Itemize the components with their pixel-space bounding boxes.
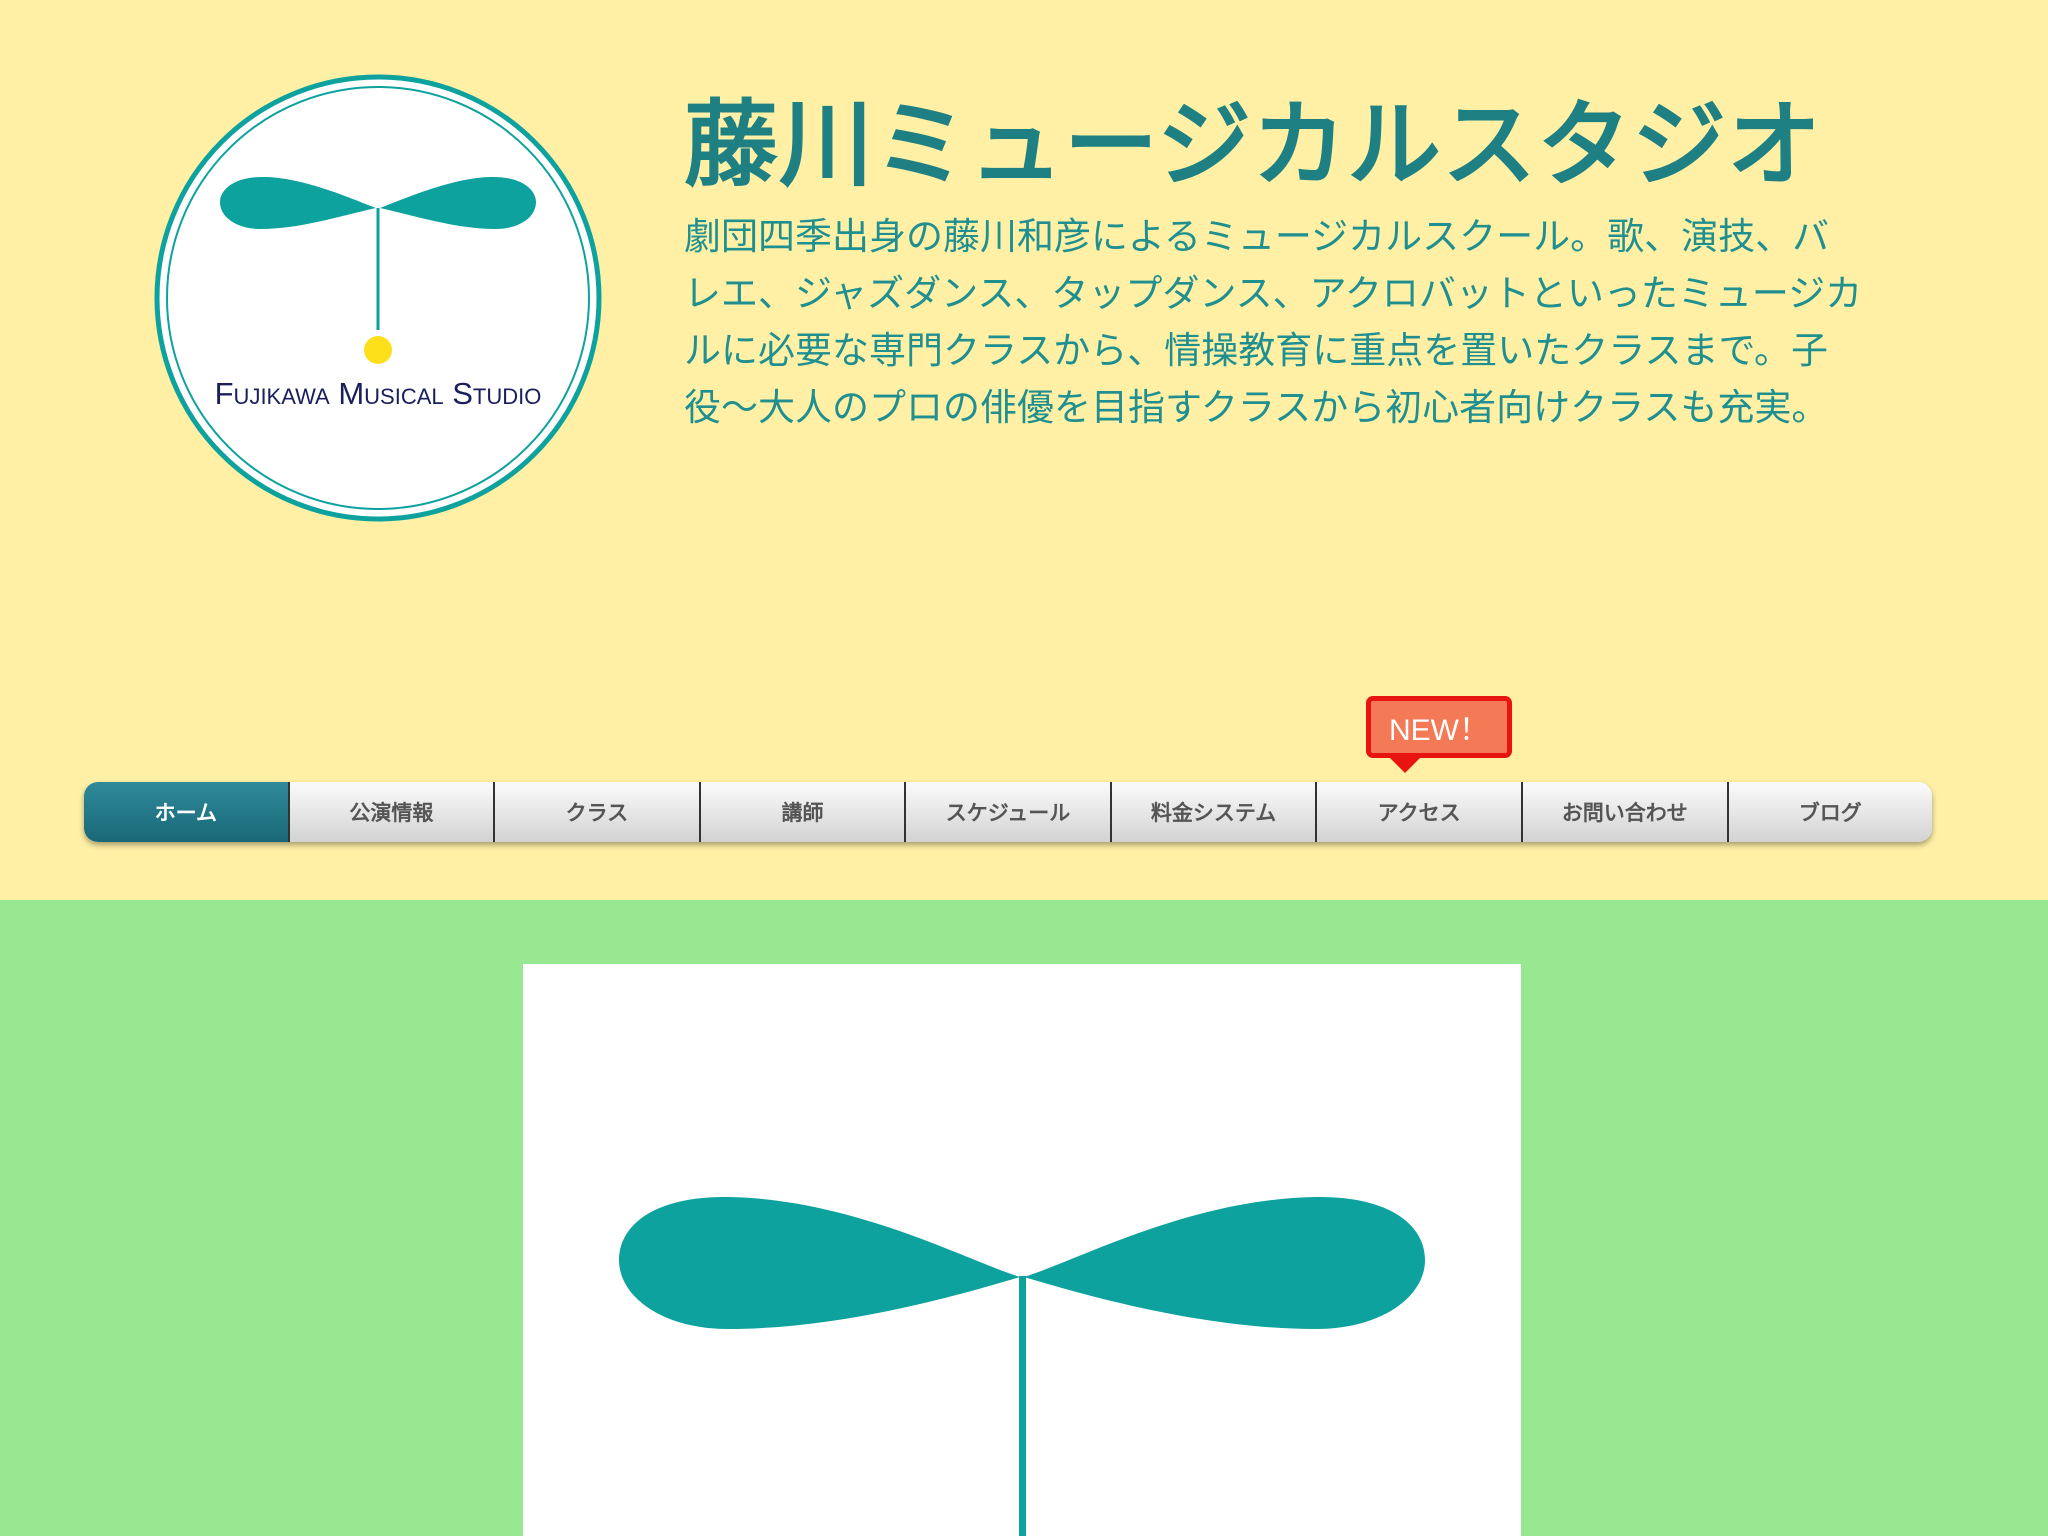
header: Fujikawa Musical Studio 藤川ミュージカルスタジオ 劇団四… <box>0 0 2048 900</box>
nav-item-classes[interactable]: クラス <box>493 782 699 842</box>
nav-item-blog[interactable]: ブログ <box>1726 782 1933 842</box>
main-nav: ホーム 公演情報 クラス 講師 スケジュール 料金システム アクセス お問い合わ… <box>84 782 1933 842</box>
logo-wordmark: Fujikawa Musical Studio <box>215 376 542 411</box>
nav-item-performances[interactable]: 公演情報 <box>287 782 494 842</box>
nav-item-pricing[interactable]: 料金システム <box>1109 782 1316 842</box>
nav-item-access[interactable]: アクセス <box>1315 782 1521 842</box>
nav-item-schedule[interactable]: スケジュール <box>904 782 1110 842</box>
site-title: 藤川ミュージカルスタジオ <box>684 91 1823 200</box>
nav-item-home[interactable]: ホーム <box>84 782 288 842</box>
studio-logo[interactable]: Fujikawa Musical Studio <box>154 74 602 522</box>
sprout-icon <box>619 1196 1425 1536</box>
new-badge: NEW！ <box>1366 696 1512 773</box>
nav-item-instructors[interactable]: 講師 <box>698 782 905 842</box>
sprout-logo-icon: Fujikawa Musical Studio <box>154 74 602 522</box>
nav-item-contact[interactable]: お問い合わせ <box>1520 782 1727 842</box>
site-description: 劇団四季出身の藤川和彦によるミュージカルスクール。歌、演技、バレエ、ジャズダンス… <box>684 215 1863 429</box>
hero-image <box>523 964 1521 1536</box>
